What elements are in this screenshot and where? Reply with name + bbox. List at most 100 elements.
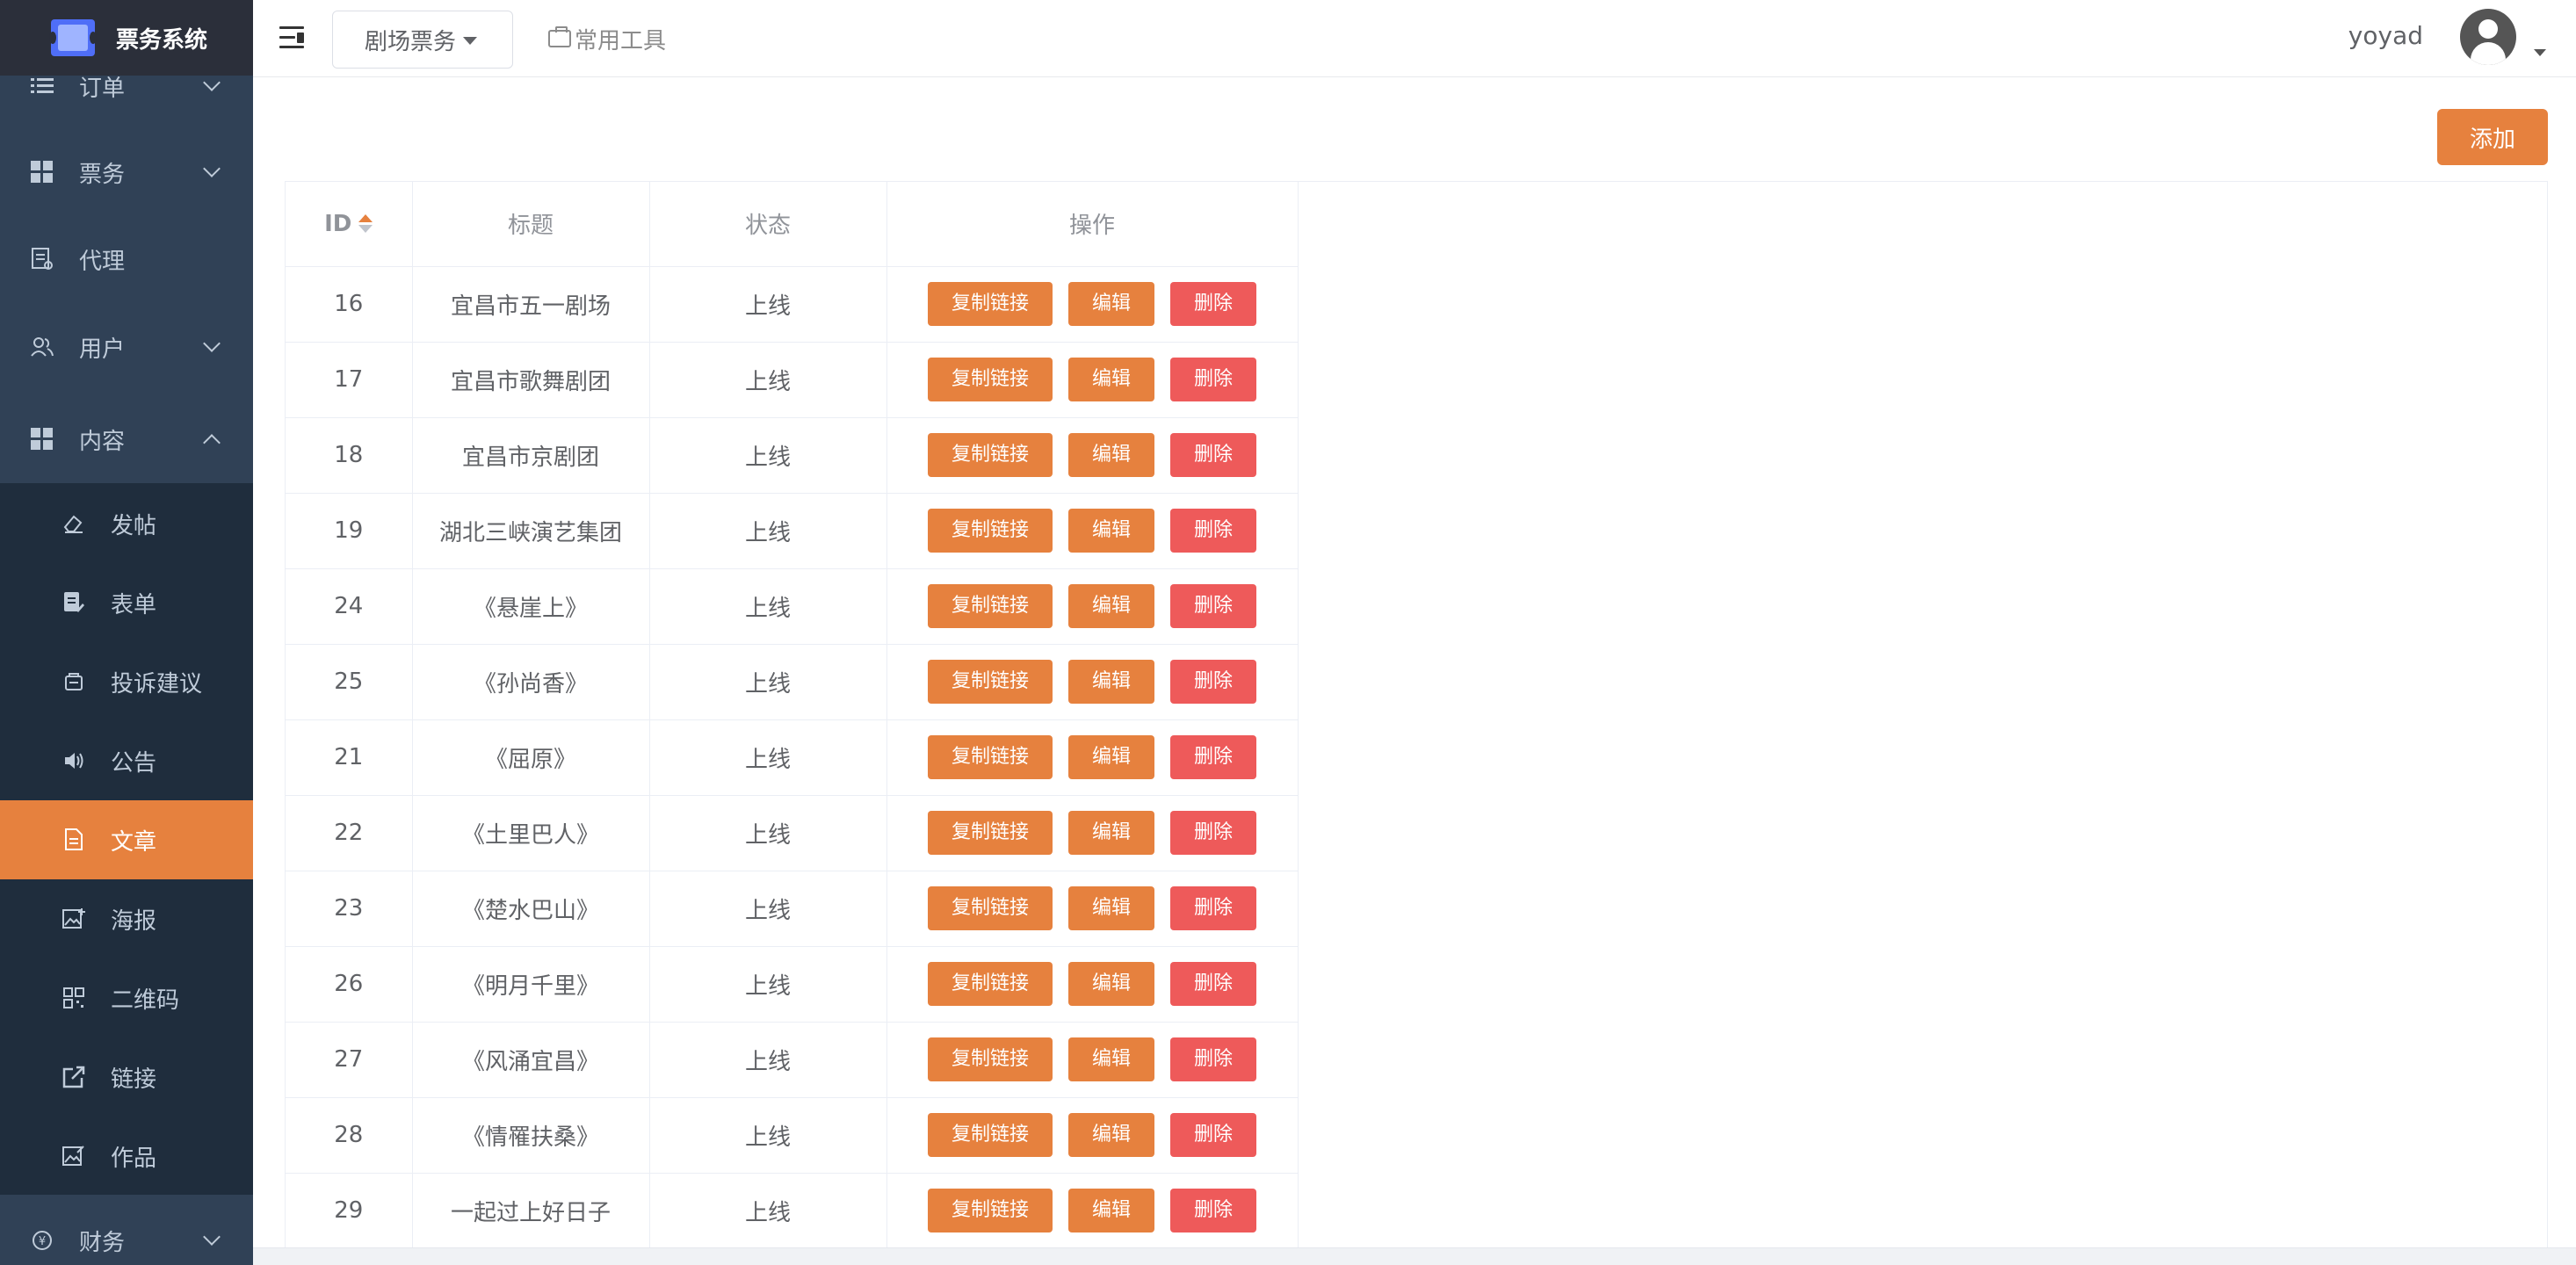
- form-icon: [62, 590, 86, 615]
- article-table-wrapper: ID 标题 状态 操作 16 宜昌市五一剧场 上线 复制链接 编辑 删除 17 宜昌市歌舞剧团…: [285, 181, 2548, 1265]
- tools-link[interactable]: 常用工具: [548, 21, 666, 56]
- avatar[interactable]: [2460, 9, 2516, 65]
- cell-status: 上线: [649, 493, 887, 569]
- delete-button[interactable]: 删除: [1170, 1189, 1256, 1232]
- app-logo[interactable]: 票务系统: [0, 0, 253, 76]
- edit-button[interactable]: 编辑: [1068, 358, 1154, 401]
- copy-link-button[interactable]: 复制链接: [928, 660, 1053, 704]
- delete-button[interactable]: 删除: [1170, 811, 1256, 855]
- cell-ops: 复制链接 编辑 删除: [886, 871, 1299, 947]
- edit-button[interactable]: 编辑: [1068, 660, 1154, 704]
- sidebar-item-complaints[interactable]: 投诉建议: [0, 642, 253, 721]
- sidebar-item-poster[interactable]: 海报: [0, 879, 253, 958]
- delete-button[interactable]: 删除: [1170, 433, 1256, 477]
- copy-link-button[interactable]: 复制链接: [928, 886, 1053, 930]
- cell-title: 《风涌宜昌》: [412, 1022, 650, 1098]
- username[interactable]: yoyad: [2348, 21, 2423, 50]
- theater-select[interactable]: 剧场票务: [332, 11, 513, 69]
- menu-collapse-icon[interactable]: [279, 25, 308, 51]
- cell-title: 《明月千里》: [412, 946, 650, 1023]
- copy-link-button[interactable]: 复制链接: [928, 1189, 1053, 1232]
- sidebar-item-finance[interactable]: ¥ 财务: [0, 1196, 253, 1265]
- row-actions: 复制链接 编辑 删除: [887, 886, 1298, 930]
- cell-title: 《孙尚香》: [412, 644, 650, 720]
- copy-link-button[interactable]: 复制链接: [928, 358, 1053, 401]
- table-row: 28 《情罹扶桑》 上线 复制链接 编辑 删除: [286, 1097, 1299, 1174]
- delete-button[interactable]: 删除: [1170, 584, 1256, 628]
- caret-down-icon[interactable]: [2534, 49, 2546, 56]
- cell-id: 25: [286, 644, 413, 720]
- row-actions: 复制链接 编辑 删除: [887, 962, 1298, 1006]
- sidebar-item-label: 表单: [111, 591, 157, 618]
- delete-button[interactable]: 删除: [1170, 1113, 1256, 1157]
- row-actions: 复制链接 编辑 删除: [887, 358, 1298, 401]
- sidebar-item-link[interactable]: 链接: [0, 1037, 253, 1117]
- edit-button[interactable]: 编辑: [1068, 962, 1154, 1006]
- copy-link-button[interactable]: 复制链接: [928, 1113, 1053, 1157]
- delete-button[interactable]: 删除: [1170, 1037, 1256, 1081]
- edit-button[interactable]: 编辑: [1068, 735, 1154, 779]
- edit-button[interactable]: 编辑: [1068, 433, 1154, 477]
- cell-status: 上线: [649, 719, 887, 796]
- column-header-id[interactable]: ID: [286, 182, 413, 267]
- edit-button[interactable]: 编辑: [1068, 1189, 1154, 1232]
- delete-button[interactable]: 删除: [1170, 886, 1256, 930]
- chevron-down-icon: [203, 1228, 221, 1246]
- sort-icon[interactable]: [358, 213, 373, 235]
- edit-button[interactable]: 编辑: [1068, 886, 1154, 930]
- cell-id: 26: [286, 946, 413, 1023]
- edit-button[interactable]: 编辑: [1068, 811, 1154, 855]
- copy-link-button[interactable]: 复制链接: [928, 584, 1053, 628]
- delete-button[interactable]: 删除: [1170, 358, 1256, 401]
- table-row: 22 《土里巴人》 上线 复制链接 编辑 删除: [286, 795, 1299, 871]
- edit-button[interactable]: 编辑: [1068, 282, 1154, 326]
- sidebar-item-notice[interactable]: 公告: [0, 721, 253, 800]
- cell-ops: 复制链接 编辑 删除: [886, 568, 1299, 645]
- table-row: 24 《悬崖上》 上线 复制链接 编辑 删除: [286, 568, 1299, 645]
- sidebar-item-tickets[interactable]: 票务: [0, 128, 253, 216]
- sidebar-item-content[interactable]: 内容: [0, 395, 253, 483]
- ticket-logo-icon: [49, 14, 97, 61]
- svg-text:¥: ¥: [39, 1235, 46, 1248]
- copy-link-button[interactable]: 复制链接: [928, 433, 1053, 477]
- delete-button[interactable]: 删除: [1170, 509, 1256, 553]
- copy-link-button[interactable]: 复制链接: [928, 509, 1053, 553]
- delete-button[interactable]: 删除: [1170, 962, 1256, 1006]
- edit-button[interactable]: 编辑: [1068, 1037, 1154, 1081]
- cell-ops: 复制链接 编辑 删除: [886, 493, 1299, 569]
- cell-status: 上线: [649, 1022, 887, 1098]
- copy-link-button[interactable]: 复制链接: [928, 282, 1053, 326]
- sidebar-item-article[interactable]: 文章: [0, 800, 253, 879]
- sidebar-item-agents[interactable]: 代理: [0, 215, 253, 303]
- cell-ops: 复制链接 编辑 删除: [886, 342, 1299, 418]
- table-row: 18 宜昌市京剧团 上线 复制链接 编辑 删除: [286, 417, 1299, 494]
- sidebar-item-qrcode[interactable]: 二维码: [0, 958, 253, 1037]
- delete-button[interactable]: 删除: [1170, 282, 1256, 326]
- cell-status: 上线: [649, 417, 887, 494]
- tools-label: 常用工具: [575, 27, 667, 54]
- chevron-down-icon: [203, 335, 221, 352]
- cell-ops: 复制链接 编辑 删除: [886, 946, 1299, 1023]
- edit-button[interactable]: 编辑: [1068, 509, 1154, 553]
- sidebar-item-works[interactable]: 作品: [0, 1117, 253, 1196]
- edit-button[interactable]: 编辑: [1068, 1113, 1154, 1157]
- copy-link-button[interactable]: 复制链接: [928, 735, 1053, 779]
- sidebar-item-post[interactable]: 发帖: [0, 484, 253, 563]
- sidebar-item-form[interactable]: 表单: [0, 563, 253, 642]
- delete-button[interactable]: 删除: [1170, 660, 1256, 704]
- copy-link-button[interactable]: 复制链接: [928, 811, 1053, 855]
- copy-link-button[interactable]: 复制链接: [928, 962, 1053, 1006]
- copy-link-button[interactable]: 复制链接: [928, 1037, 1053, 1081]
- sidebar-item-label: 投诉建议: [111, 670, 203, 698]
- delete-button[interactable]: 删除: [1170, 735, 1256, 779]
- theater-select-value: 剧场票务: [365, 28, 457, 55]
- cell-status: 上线: [649, 266, 887, 343]
- sidebar-item-label: 代理: [79, 248, 126, 275]
- edit-button[interactable]: 编辑: [1068, 584, 1154, 628]
- cell-title: 《情罹扶桑》: [412, 1097, 650, 1174]
- sidebar-item-users[interactable]: 用户: [0, 303, 253, 391]
- article-icon: [62, 828, 86, 852]
- add-button[interactable]: 添加: [2437, 109, 2548, 165]
- article-table: ID 标题 状态 操作 16 宜昌市五一剧场 上线 复制链接 编辑 删除 17 宜昌市歌舞剧团…: [286, 182, 1299, 1249]
- table-row: 19 湖北三峡演艺集团 上线 复制链接 编辑 删除: [286, 493, 1299, 569]
